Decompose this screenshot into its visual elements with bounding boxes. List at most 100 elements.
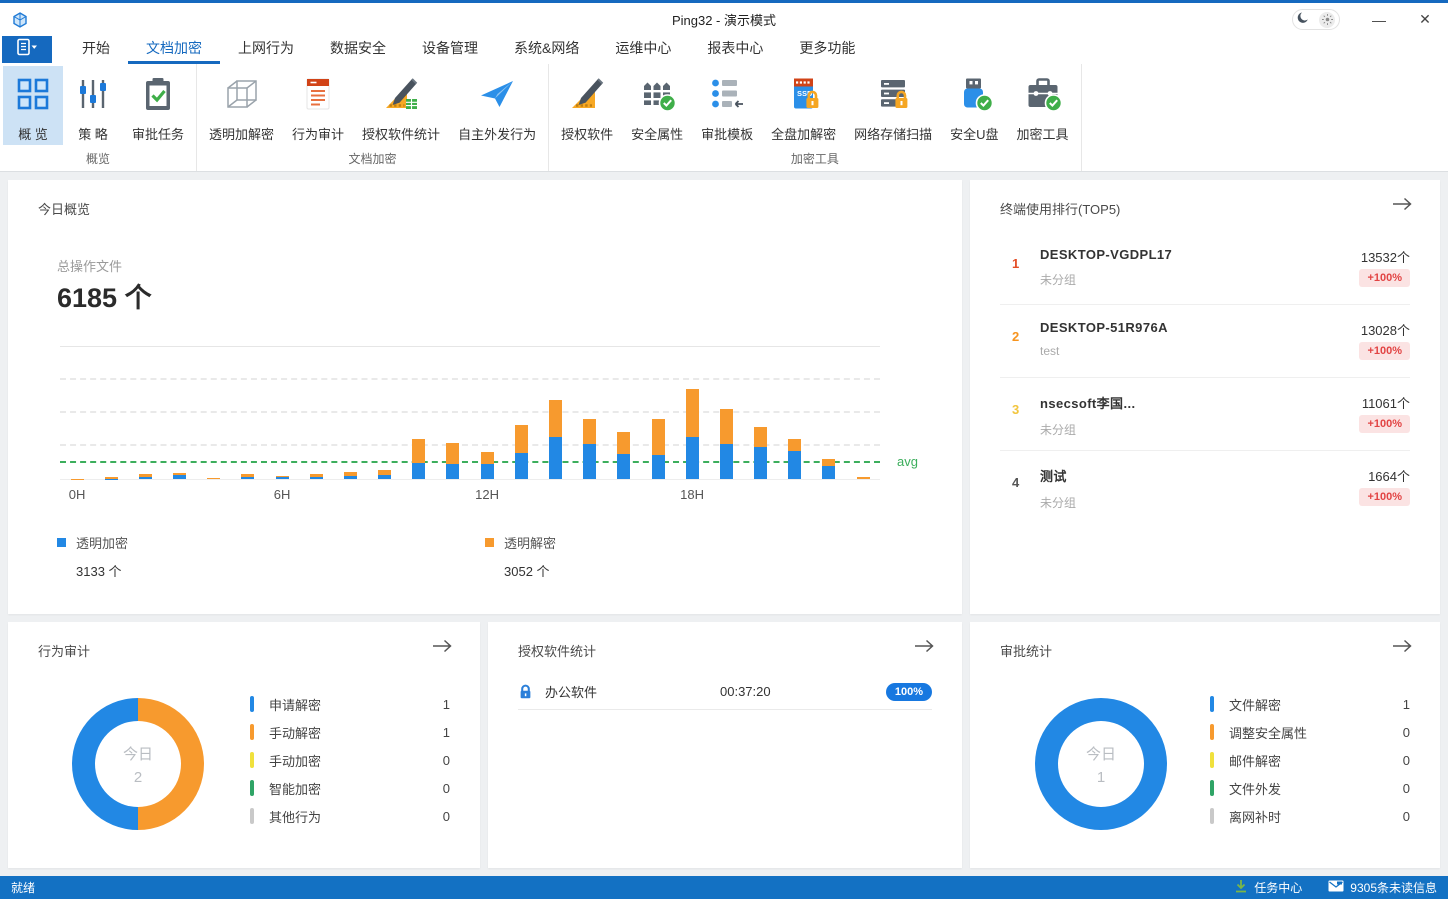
legend-row-文件解密: 文件解密1 [1210,690,1410,718]
ping32-window: Ping32 - 演示模式 — ✕ 开始文档加密上网行为数据安全设备管理系统&网… [0,0,1448,899]
ranking-row-3[interactable]: 3nsecsoft李国...未分组11061个+100% [1000,378,1410,451]
bar-segment-透明加密 [515,453,528,479]
legend-row-其他行为: 其他行为0 [250,802,450,830]
dashboard-top-row: 今日概览 总操作文件 6185 个 avg0H6H12H18H 透明加密3133… [8,180,1440,614]
bar-13H [504,347,538,479]
legend-value: 0 [1403,753,1410,768]
bar-segment-透明解密 [822,459,835,466]
ribbon-button-全盘加解密[interactable]: SSD全盘加解密 [762,66,845,145]
ribbon-button-透明加解密[interactable]: 透明加解密 [200,66,283,145]
ribbon-button-网络存储扫描[interactable]: 网络存储扫描 [845,66,941,145]
bar-segment-透明加密 [310,477,323,479]
ribbon-group-文档加密: 透明加解密行为审计授权软件统计自主外发行为文档加密 [197,64,549,171]
bar-12H [470,347,504,479]
rank-number: 3 [1012,402,1019,417]
arrow-right-icon[interactable] [1392,197,1412,216]
bar-segment-透明解密 [857,477,870,479]
ribbon-button-行为审计[interactable]: 行为审计 [283,66,353,145]
rank-number: 2 [1012,329,1019,344]
x-tick-6H: 6H [274,487,291,502]
software-row-办公软件[interactable]: 办公软件00:37:20100% [518,674,932,710]
delta-badge: +100% [1359,342,1410,360]
legend-color-bar [1210,752,1214,768]
app-menu-button[interactable] [2,36,52,63]
ribbon-button-概览[interactable]: 概 览 [3,66,63,145]
ribbon-button-label: 自主外发行为 [458,124,536,143]
unread-messages-label: 9305条未读信息 [1350,879,1437,896]
statusbar: 就绪 任务中心 9305条未读信息 [0,876,1448,899]
ranking-row-4[interactable]: 4测试未分组1664个+100% [1000,451,1410,524]
bar-segment-透明加密 [549,437,562,479]
close-button[interactable]: ✕ [1402,3,1448,36]
server-lock-icon [875,70,911,117]
audit-doc-icon [300,70,336,117]
terminal-ranking-card: 终端使用排行(TOP5) 1DESKTOP-VGDPL17未分组13532个+1… [970,180,1440,614]
download-icon [1234,879,1248,896]
legend-row-智能加密: 智能加密0 [250,774,450,802]
window-title: Ping32 - 演示模式 [0,10,1448,29]
minimize-button[interactable]: — [1356,3,1402,36]
x-tick-12H: 12H [475,487,499,502]
theme-toggle[interactable] [1292,9,1340,30]
legend-item-透明加密: 透明加密3133 个 [57,533,128,580]
ribbon-button-授权软件统计[interactable]: 授权软件统计 [353,66,449,145]
bar-segment-透明加密 [720,444,733,479]
ribbon-button-加密工具[interactable]: 加密工具 [1008,66,1078,145]
lock-icon [518,684,533,699]
tab-设备管理[interactable]: 设备管理 [404,36,496,64]
bar-10H [402,347,436,479]
avg-line-label: avg [897,454,918,469]
legend-value: 0 [1403,725,1410,740]
bar-6H [265,347,299,479]
tab-系统&网络[interactable]: 系统&网络 [496,36,597,64]
bar-23H [846,347,880,479]
ribbon-button-label: 全盘加解密 [771,124,836,143]
tab-更多功能[interactable]: 更多功能 [781,36,873,64]
ribbon-button-安全U盘[interactable]: 安全U盘 [941,66,1007,145]
ribbon-button-审批任务[interactable]: 审批任务 [123,66,193,145]
legend-label: 离网补时 [1229,807,1403,826]
ribbon-button-自主外发行为[interactable]: 自主外发行为 [449,66,545,145]
card-title: 终端使用排行(TOP5) [1000,199,1120,218]
ribbon-button-审批模板[interactable]: 审批模板 [692,66,762,145]
ribbon-button-授权软件[interactable]: 授权软件 [552,66,622,145]
legend-value: 0 [1403,781,1410,796]
bar-segment-透明解密 [720,409,733,444]
legend-row-文件外发: 文件外发0 [1210,774,1410,802]
legend-row-申请解密: 申请解密1 [250,690,450,718]
ribbon-button-label: 概 览 [18,124,48,143]
tab-运维中心[interactable]: 运维中心 [597,36,689,64]
ribbon-button-label: 加密工具 [1017,124,1069,143]
ruler-pencil-icon [569,70,605,117]
ribbon-button-label: 策 略 [78,124,108,143]
x-tick-0H: 0H [69,487,86,502]
tab-开始[interactable]: 开始 [64,36,128,64]
arrow-right-icon[interactable] [1392,639,1412,658]
legend-label: 申请解密 [269,695,443,714]
software-list: 办公软件00:37:20100% [518,674,932,710]
legend-label: 邮件解密 [1229,751,1403,770]
legend-color-bar [250,780,254,796]
terminal-name: 测试 [1040,466,1410,485]
ranking-row-2[interactable]: 2DESKTOP-51R976Atest13028个+100% [1000,305,1410,378]
bar-segment-透明解密 [754,427,767,447]
terminal-count: 13532个 [1361,247,1410,266]
ribbon-button-策略[interactable]: 策 略 [63,66,123,145]
approval-legend: 文件解密1调整安全属性0邮件解密0文件外发0离网补时0 [1210,690,1410,830]
tab-数据安全[interactable]: 数据安全 [312,36,404,64]
tab-上网行为[interactable]: 上网行为 [220,36,312,64]
ribbon-tabs: 开始文档加密上网行为数据安全设备管理系统&网络运维中心报表中心更多功能 [64,36,873,64]
unread-messages-button[interactable]: 9305条未读信息 [1328,879,1437,896]
bar-segment-透明加密 [754,447,767,479]
moon-icon[interactable] [1297,11,1310,29]
tab-报表中心[interactable]: 报表中心 [689,36,781,64]
sun-icon[interactable] [1319,12,1335,28]
tab-文档加密[interactable]: 文档加密 [128,36,220,64]
legend-color-bar [250,808,254,824]
arrow-right-icon[interactable] [914,639,934,658]
ribbon-group-label: 概览 [1,145,195,174]
arrow-right-icon[interactable] [432,639,452,658]
ribbon-button-安全属性[interactable]: 安全属性 [622,66,692,145]
ranking-row-1[interactable]: 1DESKTOP-VGDPL17未分组13532个+100% [1000,232,1410,305]
task-center-button[interactable]: 任务中心 [1234,879,1302,896]
